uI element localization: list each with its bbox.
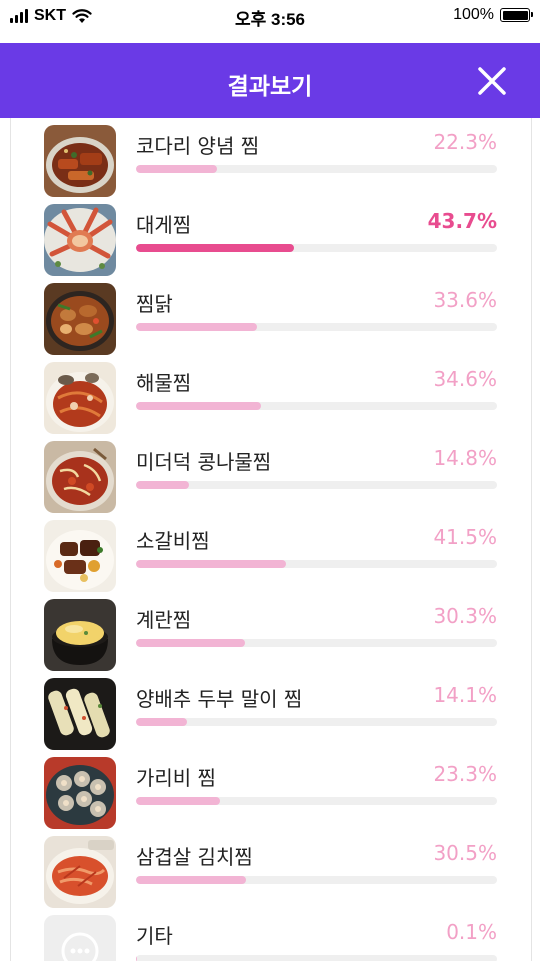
status-bar: SKT 오후 3:56 100% — [0, 0, 540, 43]
item-label: 가리비 찜 — [136, 766, 216, 790]
braised-short-ribs-photo — [44, 520, 116, 592]
more-icon — [44, 915, 116, 961]
item-percent: 30.5% — [433, 841, 497, 865]
progress-bar-track — [136, 797, 497, 805]
item-label: 소갈비찜 — [136, 529, 210, 553]
progress-bar-fill — [136, 481, 190, 489]
item-percent: 43.7% — [427, 209, 497, 233]
item-label: 코다리 양념 찜 — [136, 134, 260, 158]
progress-bar-fill — [136, 323, 258, 331]
progress-bar-fill — [136, 876, 247, 884]
item-percent: 33.6% — [433, 288, 497, 312]
result-item[interactable]: 계란찜 30.3% — [11, 592, 531, 671]
progress-bar-track — [136, 955, 497, 961]
item-percent: 30.3% — [433, 604, 497, 628]
page-title: 결과보기 — [227, 74, 313, 100]
steamed-snow-crab-photo — [44, 204, 116, 276]
progress-bar-track — [136, 402, 497, 410]
result-item[interactable]: 소갈비찜 41.5% — [11, 513, 531, 592]
item-label: 해물찜 — [136, 371, 192, 395]
progress-bar-fill — [136, 244, 294, 252]
result-item[interactable]: 대게찜 43.7% — [11, 197, 531, 276]
item-label: 대게찜 — [136, 213, 192, 237]
status-right: 100% — [453, 6, 533, 24]
battery-icon — [500, 8, 533, 22]
steamed-egg-photo — [44, 599, 116, 671]
result-item[interactable]: 가리비 찜 23.3% — [11, 750, 531, 829]
result-list[interactable]: 코다리 양념 찜 22.3% 대게찜 43.7% 찜닭 33.6% 해물찜 34.6% 미더덕 … — [10, 118, 532, 961]
item-label: 삼겹살 김치찜 — [136, 845, 253, 869]
progress-bar-track — [136, 718, 497, 726]
progress-bar-fill — [136, 165, 217, 173]
result-item[interactable]: 코다리 양념 찜 22.3% — [11, 118, 531, 197]
progress-bar-fill — [136, 402, 261, 410]
item-label: 기타 — [136, 924, 173, 948]
progress-bar-track — [136, 876, 497, 884]
close-icon — [478, 67, 506, 95]
item-percent: 23.3% — [433, 762, 497, 786]
item-percent: 0.1% — [446, 920, 497, 944]
cabbage-tofu-roll-photo — [44, 678, 116, 750]
braised-chicken-photo — [44, 283, 116, 355]
item-percent: 14.8% — [433, 446, 497, 470]
progress-bar-fill — [136, 718, 187, 726]
close-button[interactable] — [472, 61, 512, 101]
item-label: 찜닭 — [136, 292, 173, 316]
result-item[interactable]: 찜닭 33.6% — [11, 276, 531, 355]
result-item[interactable]: 기타 0.1% — [11, 908, 531, 961]
progress-bar-track — [136, 165, 497, 173]
item-label: 계란찜 — [136, 608, 192, 632]
progress-bar-track — [136, 244, 497, 252]
item-percent: 14.1% — [433, 683, 497, 707]
item-percent: 41.5% — [433, 525, 497, 549]
battery-percent: 100% — [453, 6, 494, 23]
result-item[interactable]: 양배추 두부 말이 찜 14.1% — [11, 671, 531, 750]
item-percent: 22.3% — [433, 130, 497, 154]
braised-pollack-photo — [44, 125, 116, 197]
pork-belly-kimchi-photo — [44, 836, 116, 908]
progress-bar-track — [136, 323, 497, 331]
progress-bar-track — [136, 481, 497, 489]
seafood-jjim-photo — [44, 362, 116, 434]
item-label: 양배추 두부 말이 찜 — [136, 687, 303, 711]
item-label: 미더덕 콩나물찜 — [136, 450, 272, 474]
sea-squirt-sprout-photo — [44, 441, 116, 513]
result-item[interactable]: 해물찜 34.6% — [11, 355, 531, 434]
progress-bar-track — [136, 639, 497, 647]
header-bar: 결과보기 — [0, 43, 540, 118]
progress-bar-fill — [136, 797, 221, 805]
steamed-scallop-photo — [44, 757, 116, 829]
progress-bar-track — [136, 560, 497, 568]
result-item[interactable]: 삼겹살 김치찜 30.5% — [11, 829, 531, 908]
progress-bar-fill — [136, 560, 286, 568]
item-percent: 34.6% — [433, 367, 497, 391]
result-item[interactable]: 미더덕 콩나물찜 14.8% — [11, 434, 531, 513]
progress-bar-fill — [136, 639, 246, 647]
